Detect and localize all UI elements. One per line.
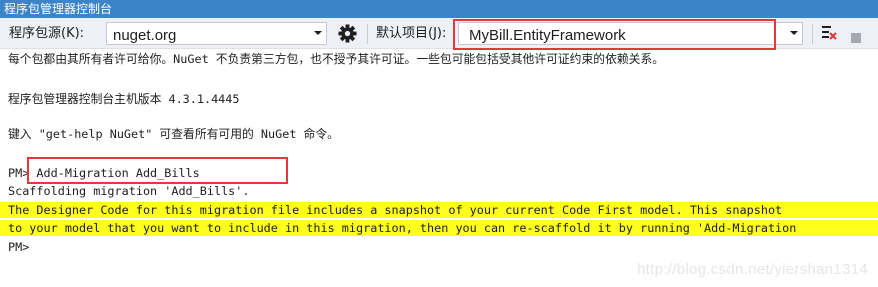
package-source-label: 程序包源(K): [9, 26, 85, 41]
watermark: http://blog.csdn.net/yiershan1314 [637, 261, 868, 278]
console-output[interactable]: 每个包都由其所有者许可给你。NuGet 不负责第三方包，也不授予其许可证。一些包… [0, 49, 878, 287]
default-project-label: 默认项目(J): [376, 26, 447, 41]
window-title: 程序包管理器控制台 [4, 2, 113, 16]
console-line: 键入 "get-help NuGet" 可查看所有可用的 NuGet 命令。 [8, 127, 339, 141]
title-bar: 程序包管理器控制台 [0, 0, 878, 18]
console-line: PM> [8, 240, 30, 254]
gear-icon[interactable] [338, 24, 357, 47]
annotation-box-project [453, 19, 776, 50]
toolbar-separator [812, 24, 813, 44]
clear-console-icon[interactable] [820, 24, 838, 46]
package-source-value: nuget.org [113, 27, 177, 44]
stop-icon[interactable] [851, 28, 861, 47]
console-line: Scaffolding migration 'Add_Bills'. [8, 184, 250, 198]
package-source-dropdown[interactable]: nuget.org [106, 22, 327, 45]
toolbar-separator [367, 24, 368, 44]
console-line: to your model that you want to include i… [8, 221, 797, 235]
console-line: The Designer Code for this migration fil… [8, 203, 783, 217]
chevron-down-icon[interactable] [310, 23, 326, 44]
console-line: 每个包都由其所有者许可给你。NuGet 不负责第三方包，也不授予其许可证。一些包… [8, 52, 665, 66]
chevron-down-icon[interactable] [786, 23, 802, 44]
console-line: 程序包管理器控制台主机版本 4.3.1.4445 [8, 92, 240, 106]
annotation-box-command [27, 157, 288, 184]
